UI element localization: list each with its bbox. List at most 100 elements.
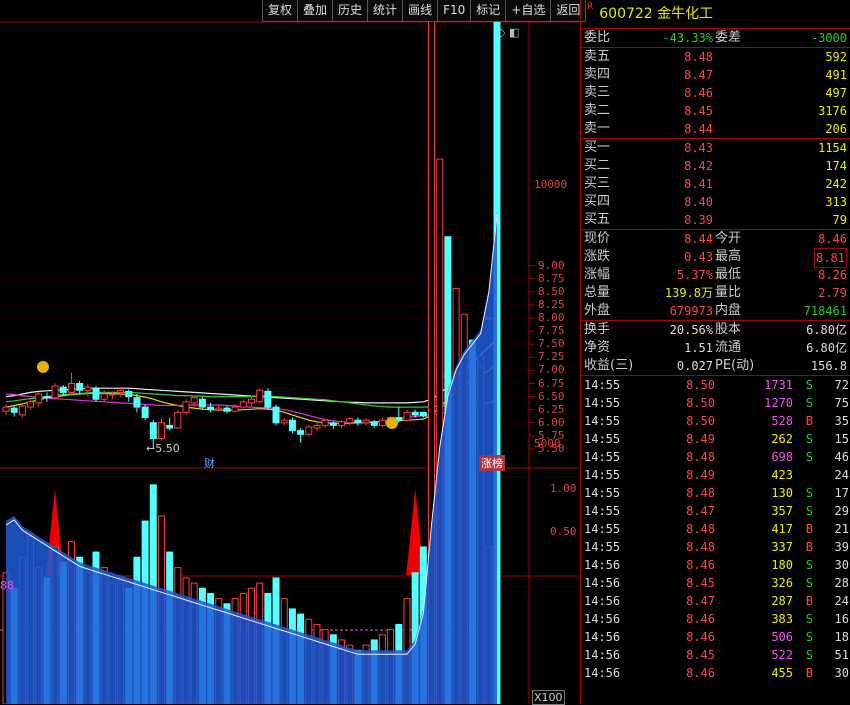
quote-label: 内盘 — [715, 303, 742, 318]
candle-body — [215, 407, 223, 411]
toolbar-button-0[interactable]: 复权 — [262, 0, 298, 22]
price-tick: 8.25 — [538, 297, 565, 311]
tick-price: 8.49 — [686, 468, 715, 482]
bid-price[interactable]: 8.40 — [684, 193, 713, 211]
fund-row: 收益(三) 0.027 PE(动) 156.8 — [581, 357, 850, 375]
quote-label: 外盘 — [584, 303, 611, 318]
candle-body — [27, 401, 35, 408]
tick-side: S — [805, 648, 813, 662]
tick-volume: 130 — [771, 486, 793, 500]
bid-price[interactable]: 8.39 — [684, 211, 713, 229]
quote-label: 涨幅 — [584, 267, 611, 282]
r-mark: R — [587, 2, 594, 12]
bid-price[interactable]: 8.42 — [684, 157, 713, 175]
ask-price[interactable]: 8.48 — [684, 48, 713, 66]
candle-body — [288, 419, 296, 432]
quote-value: 718461 — [803, 304, 847, 318]
price-tick: 7.25 — [538, 350, 565, 364]
tick-side: B — [805, 522, 813, 536]
toolbar-button-2[interactable]: 历史 — [332, 0, 368, 22]
quote-row: 外盘 679973 内盘 718461 — [581, 302, 850, 320]
tick-side: S — [805, 612, 813, 626]
quote-row: 现价 8.44 今开 8.46 — [581, 230, 850, 248]
candle-body — [117, 389, 125, 393]
price-tick: 8.75 — [538, 271, 565, 285]
quote-value: 5.37% — [676, 268, 713, 282]
quote-value: 8.81 — [814, 248, 847, 268]
candle-body — [10, 407, 18, 413]
tick-time: 14:55 — [584, 522, 621, 536]
quote-label: 最高 — [715, 249, 742, 264]
toolbar-button-3[interactable]: 统计 — [367, 0, 403, 22]
weicha-value: -3000 — [810, 31, 847, 45]
bid-price[interactable]: 8.41 — [684, 175, 713, 193]
toolbar-button-5[interactable]: F10 — [437, 0, 471, 22]
tick-price: 8.50 — [686, 378, 715, 392]
toolbar-button-4[interactable]: 画线 — [402, 0, 438, 22]
ask-label: 卖一 — [584, 121, 611, 136]
tick-side: S — [805, 504, 813, 518]
bid-label: 买四 — [584, 194, 611, 209]
bid-volume: 313 — [825, 195, 847, 209]
weibi-label: 委比 — [584, 30, 611, 45]
kline-chart[interactable] — [0, 0, 580, 704]
tick-price: 8.45 — [686, 576, 715, 590]
price-tick: 6.75 — [538, 376, 565, 390]
candle-body — [59, 386, 67, 393]
tick-count: 30 — [834, 666, 849, 680]
quote-label: 量比 — [715, 285, 742, 300]
stock-code[interactable]: 600722 — [599, 6, 652, 22]
tick-count: 24 — [834, 594, 849, 608]
price-tick: 7.50 — [538, 337, 565, 351]
price-tick: 8.50 — [538, 284, 565, 298]
tick-count: 16 — [834, 612, 849, 626]
tick-row: 14:56 8.45 326 S 28 — [581, 574, 850, 592]
tick-count: 39 — [834, 540, 849, 554]
candle-body — [76, 383, 84, 391]
tick-volume: 522 — [771, 648, 793, 662]
quote-value: 8.26 — [818, 268, 847, 282]
tick-price: 8.46 — [686, 612, 715, 626]
tick-volume: 1270 — [764, 396, 793, 410]
ask-price[interactable]: 8.47 — [684, 66, 713, 84]
tick-time: 14:56 — [584, 576, 621, 590]
toolbar-button-1[interactable]: 叠加 — [297, 0, 333, 22]
ask-price[interactable]: 8.46 — [684, 84, 713, 102]
toolbar-button-7[interactable]: +自选 — [505, 0, 551, 22]
tick-side: S — [805, 558, 813, 572]
bid-price[interactable]: 8.43 — [684, 139, 713, 157]
ask-price[interactable]: 8.44 — [684, 120, 713, 138]
price-tick: 9.00 — [538, 258, 565, 272]
financial-badge[interactable]: 财 — [204, 455, 215, 471]
ask-volume: 3176 — [818, 104, 847, 118]
limit-up-badge[interactable]: 涨榜 — [479, 455, 505, 471]
weibi-row: 委比 -43.33% 委差 -3000 — [581, 29, 850, 47]
candle-body — [239, 401, 247, 408]
weicha-label: 委差 — [715, 30, 742, 45]
candle-body — [362, 419, 370, 424]
fund-value: 1.51 — [684, 341, 713, 355]
tick-volume: 698 — [771, 450, 793, 464]
tick-volume: 287 — [771, 594, 793, 608]
price-tick: 6.00 — [538, 415, 565, 429]
ask-price[interactable]: 8.45 — [684, 102, 713, 120]
candle-body — [272, 406, 280, 424]
tick-count: 15 — [834, 432, 849, 446]
candle-body — [51, 385, 59, 399]
tick-volume: 337 — [771, 540, 793, 554]
quote-value: 679973 — [669, 304, 713, 318]
ask-volume: 497 — [825, 86, 847, 100]
indicator-tick: 0.50 — [550, 525, 577, 538]
toolbar-button-6[interactable]: 标记 — [470, 0, 506, 22]
ask-row: 卖五 8.48 592 — [581, 48, 850, 66]
candle-body — [100, 393, 108, 400]
tick-time: 14:55 — [584, 504, 621, 518]
stock-name[interactable]: 金牛化工 — [657, 6, 713, 22]
bid-row: 买五 8.39 79 — [581, 211, 850, 229]
quote-row: 涨跌 0.43 最高 8.81 — [581, 248, 850, 268]
tick-list[interactable]: 14:55 8.50 1731 S 72 14:55 8.50 1270 S 75… — [581, 375, 850, 682]
tick-row: 14:55 8.50 528 B 35 — [581, 412, 850, 430]
chart-mode-icons[interactable]: ◇ ◧ — [497, 26, 519, 39]
tick-volume: 357 — [771, 504, 793, 518]
candle-body — [92, 388, 100, 400]
